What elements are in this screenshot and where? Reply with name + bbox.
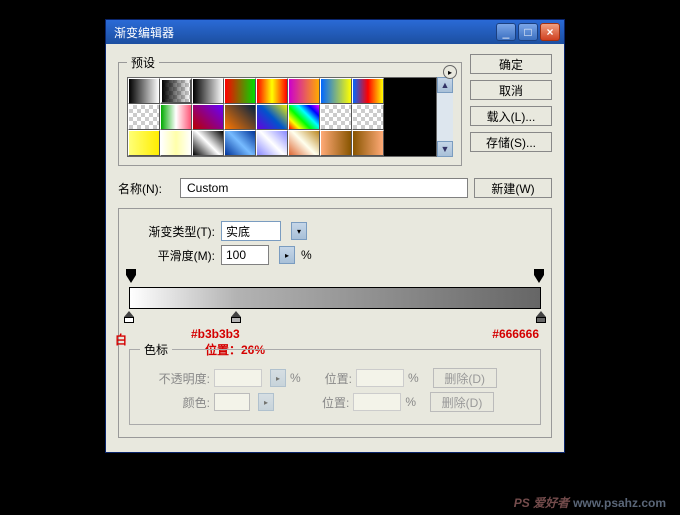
stops-legend: 色标	[140, 341, 172, 358]
scroll-down-icon[interactable]: ▼	[437, 141, 453, 157]
titlebar[interactable]: 渐变编辑器 _ □ ×	[106, 20, 564, 44]
color-position-label: 位置:	[322, 394, 349, 411]
color-stop-3[interactable]	[536, 311, 546, 323]
cancel-button[interactable]: 取消	[470, 80, 552, 100]
maximize-button[interactable]: □	[518, 23, 538, 41]
new-button[interactable]: 新建(W)	[474, 178, 552, 198]
smoothness-unit: %	[301, 248, 312, 262]
color-stepper-icon: ▸	[258, 393, 274, 411]
color-stop-2[interactable]	[231, 311, 241, 323]
annotation-b3: #b3b3b3	[191, 327, 240, 341]
color-well	[214, 393, 250, 411]
color-stop-1[interactable]	[124, 311, 134, 323]
window-title: 渐变编辑器	[110, 24, 494, 41]
close-button[interactable]: ×	[540, 23, 560, 41]
gradient-preview-bar[interactable]	[129, 287, 541, 309]
opacity-label: 不透明度:	[140, 370, 210, 387]
editor-fieldset: 渐变类型(T): 实底 ▾ 平滑度(M): 100 ▸ %	[118, 208, 552, 438]
opacity-input	[214, 369, 262, 387]
presets-label: 预设	[127, 54, 159, 71]
name-label: 名称(N):	[118, 180, 174, 197]
minimize-button[interactable]: _	[496, 23, 516, 41]
save-button[interactable]: 存储(S)...	[470, 132, 552, 152]
scroll-up-icon[interactable]: ▲	[437, 77, 453, 93]
opacity-position-unit: %	[408, 371, 419, 385]
annotation-white: 白	[115, 331, 127, 348]
opacity-stepper-icon: ▸	[270, 369, 286, 387]
opacity-stop-left[interactable]	[126, 275, 136, 287]
presets-fieldset: 预设 ▸	[118, 54, 462, 166]
load-button[interactable]: 载入(L)...	[470, 106, 552, 126]
smoothness-stepper-icon[interactable]: ▸	[279, 246, 295, 264]
gradient-editor-area[interactable]	[129, 273, 541, 323]
color-label: 颜色:	[140, 394, 210, 411]
gradient-type-label: 渐变类型(T):	[129, 223, 215, 240]
ok-button[interactable]: 确定	[470, 54, 552, 74]
color-position-unit: %	[405, 395, 416, 409]
gradient-type-dropdown-icon[interactable]: ▾	[291, 222, 307, 240]
color-position-input	[353, 393, 401, 411]
smoothness-input[interactable]: 100	[221, 245, 269, 265]
preset-grid[interactable]	[127, 77, 437, 157]
preset-menu-button[interactable]: ▸	[443, 65, 457, 79]
gradient-editor-dialog: 渐变编辑器 _ □ × 预设 ▸	[105, 19, 565, 453]
gradient-type-select[interactable]: 实底	[221, 221, 281, 241]
annotation-grey: #666666	[492, 327, 539, 341]
opacity-stop-right[interactable]	[534, 275, 544, 287]
name-input[interactable]	[180, 178, 468, 198]
delete-color-button: 删除(D)	[430, 392, 494, 412]
watermark: PS 爱好者 www.psahz.com	[514, 494, 666, 511]
smoothness-label: 平滑度(M):	[129, 247, 215, 264]
preset-scrollbar[interactable]: ▲ ▼	[437, 77, 453, 157]
opacity-unit: %	[290, 371, 301, 385]
opacity-position-input	[356, 369, 404, 387]
opacity-position-label: 位置:	[325, 370, 352, 387]
delete-opacity-button: 删除(D)	[433, 368, 497, 388]
stops-panel: 色标 不透明度: ▸ % 位置: % 删除(D) 颜色: ▸ 位置:	[129, 341, 541, 425]
